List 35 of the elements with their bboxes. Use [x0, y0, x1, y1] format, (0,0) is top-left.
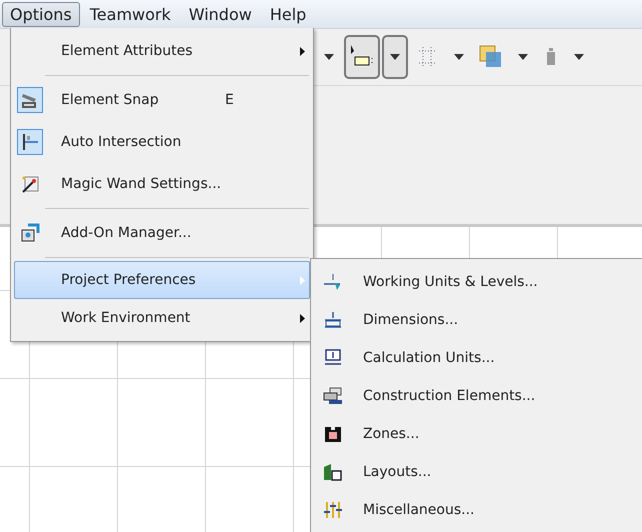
menu-item[interactable]: Magic Wand Settings... — [14, 163, 310, 205]
menu-title[interactable]: Options — [2, 2, 80, 26]
zone-icon — [323, 425, 343, 443]
layout-icon — [323, 463, 343, 481]
caret-icon — [574, 54, 584, 60]
submenu-item[interactable]: Calculation Units... — [311, 339, 642, 377]
submenu-item[interactable]: Miscellaneous... — [311, 491, 642, 529]
caret-icon — [390, 54, 400, 60]
menu-item[interactable]: Add-On Manager... — [14, 212, 310, 254]
submenu-item[interactable]: Construction Elements... — [311, 377, 642, 415]
sliders-icon — [323, 501, 343, 519]
submenu-item[interactable]: Layouts... — [311, 453, 642, 491]
magic-wand-icon — [20, 174, 40, 194]
menu-title[interactable]: Teamwork — [82, 2, 179, 26]
menu-item[interactable]: Auto Intersection — [14, 121, 310, 163]
menu-item[interactable]: Project Preferences — [14, 261, 310, 299]
menu-item[interactable]: Element Attributes — [14, 30, 310, 72]
menu-item[interactable]: Element Snap E — [14, 79, 310, 121]
submenu-item[interactable]: Dimensions... — [311, 301, 642, 339]
submenu-item[interactable]: Working Units & Levels... — [311, 263, 642, 301]
submenu-item[interactable]: Zones... — [311, 415, 642, 453]
add-on-icon — [20, 223, 40, 243]
intersection-icon — [20, 132, 40, 152]
caret-icon — [324, 54, 334, 60]
dropdown-button[interactable] — [382, 35, 408, 79]
caret-icon — [518, 54, 528, 60]
calculation-units-icon — [323, 349, 343, 367]
dimension-icon — [323, 311, 343, 329]
menu-item[interactable]: Work Environment — [14, 299, 310, 337]
units-icon — [323, 273, 343, 291]
caret-icon — [454, 54, 464, 60]
menu-title[interactable]: Help — [262, 2, 314, 26]
menu-title[interactable]: Window — [180, 2, 260, 26]
construction-elements-icon — [323, 387, 343, 405]
label-tool-button[interactable] — [344, 35, 380, 79]
